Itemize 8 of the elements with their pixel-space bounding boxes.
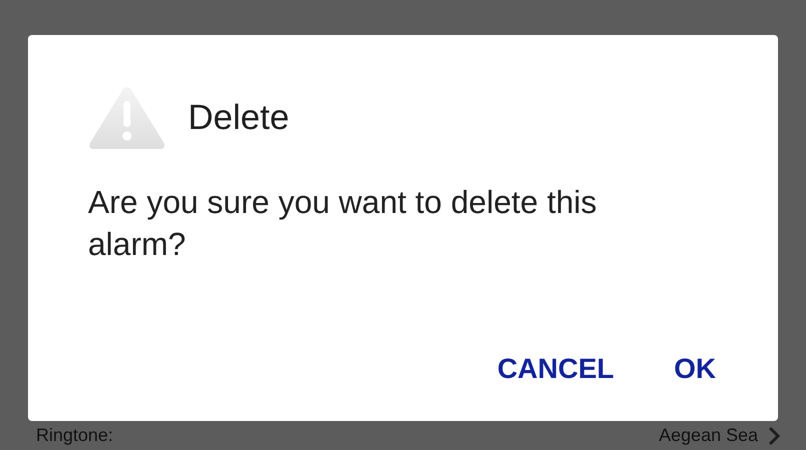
setting-label: Ringtone: [36, 425, 114, 446]
warning-icon [88, 85, 166, 151]
dialog-title: Delete [188, 98, 290, 138]
chevron-icon [768, 426, 780, 446]
setting-value: Aegean Sea [658, 425, 758, 446]
dialog-message: Are you sure you want to delete this alarm? [88, 183, 598, 264]
ok-button[interactable]: OK [670, 347, 720, 391]
cancel-button[interactable]: CANCEL [493, 347, 618, 391]
